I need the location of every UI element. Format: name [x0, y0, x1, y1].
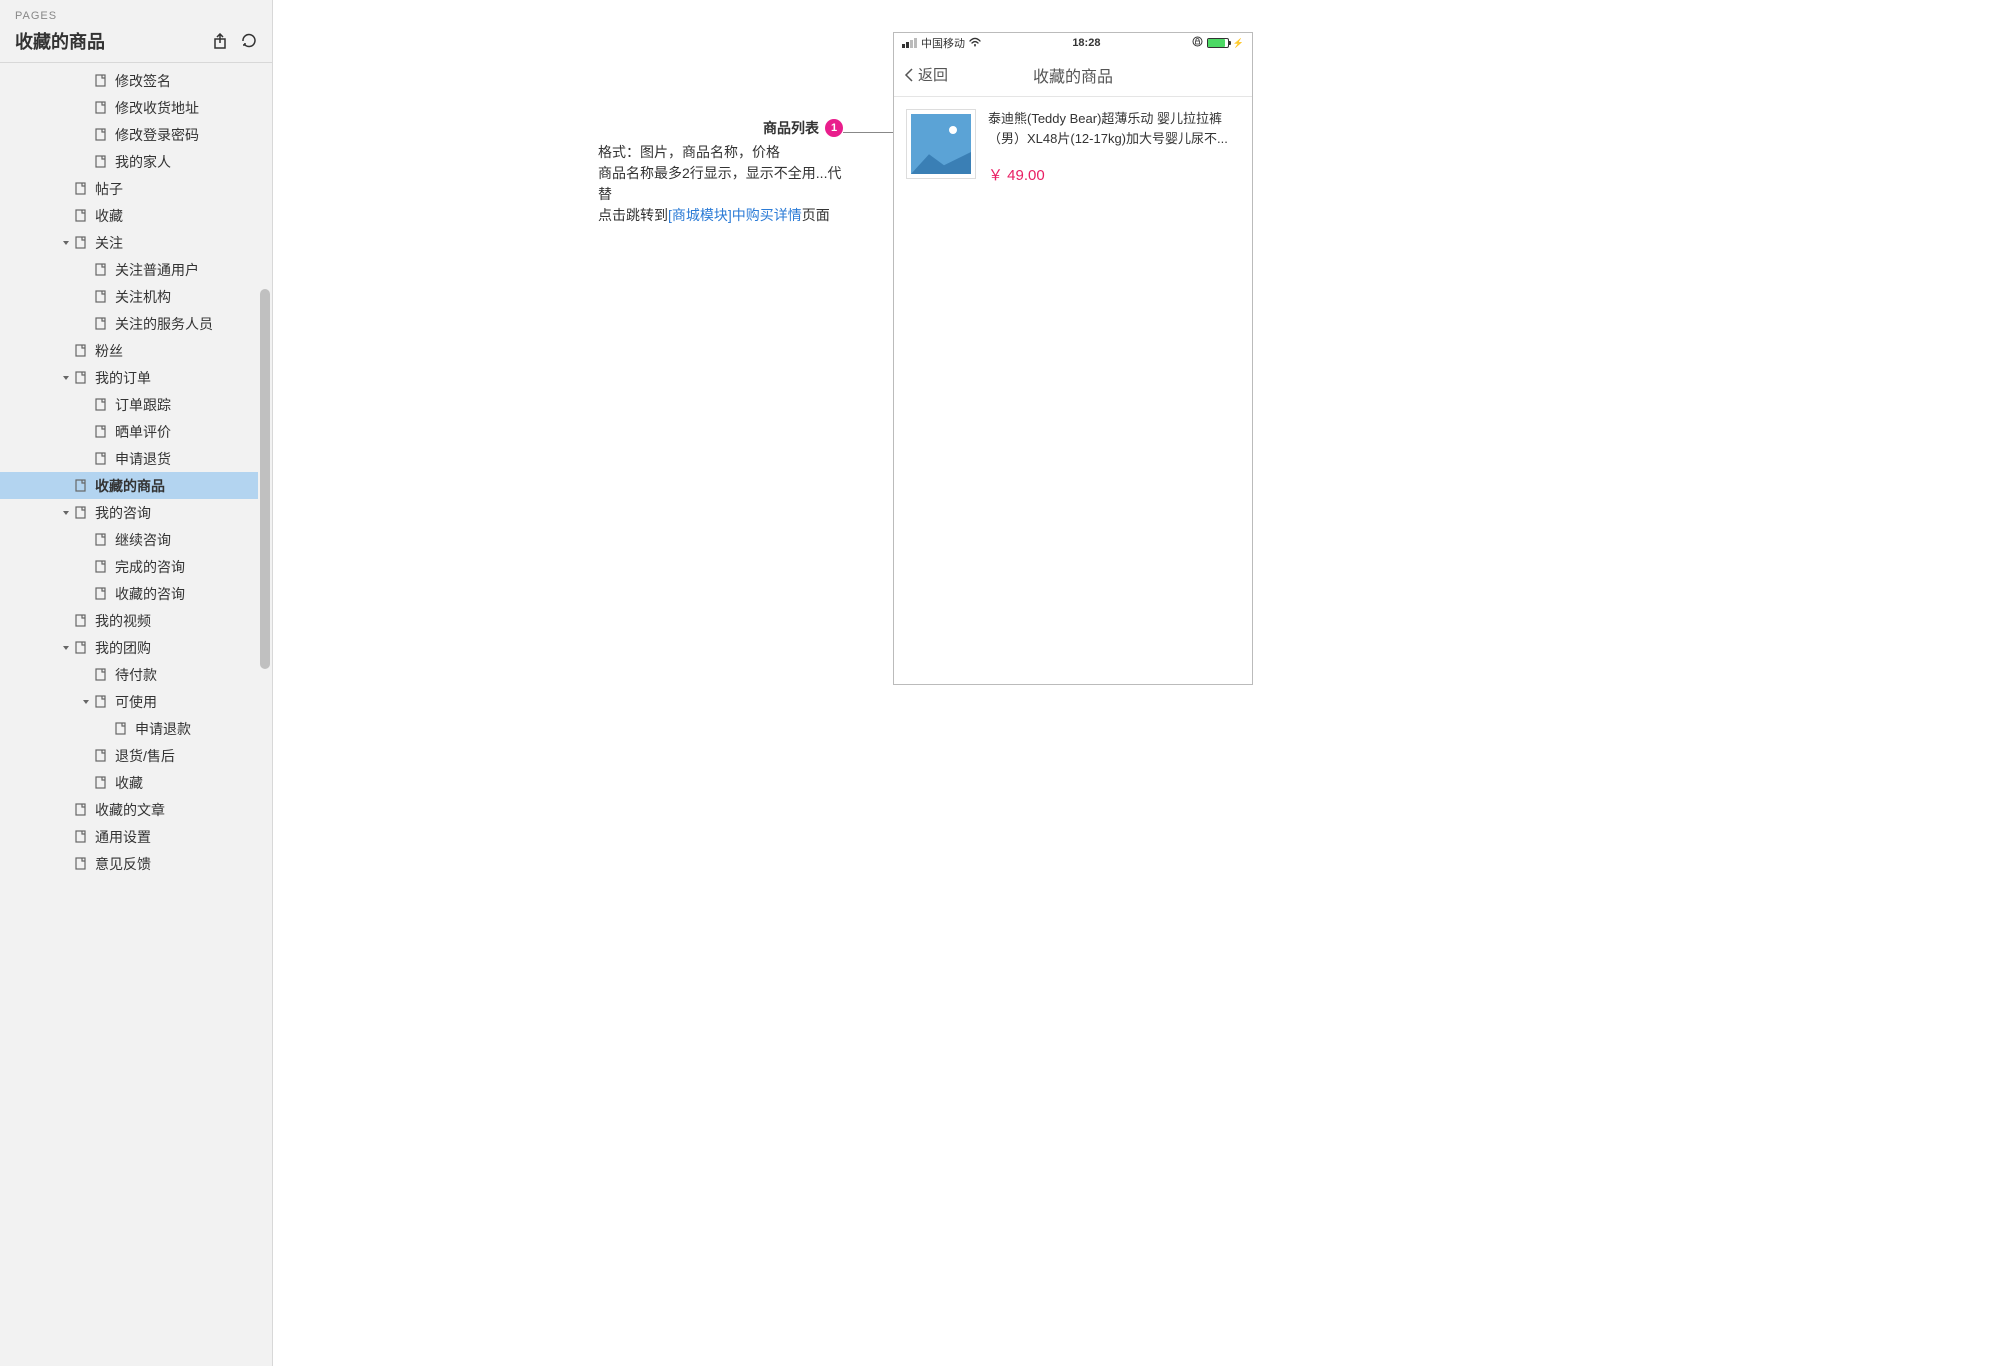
- tree-item[interactable]: 粉丝: [0, 337, 272, 364]
- tree-item[interactable]: 我的团购: [0, 634, 272, 661]
- tree-item-label: 关注普通用户: [115, 260, 199, 280]
- annotation-line-2: 商品名称最多2行显示，显示不全用...代替: [598, 163, 843, 205]
- tree-item-label: 收藏的咨询: [115, 584, 185, 604]
- tree-item-label: 订单跟踪: [115, 395, 171, 415]
- chevron-left-icon: [904, 67, 914, 83]
- tree-item[interactable]: 收藏: [0, 202, 272, 229]
- sidebar-header: PAGES 收藏的商品: [0, 0, 272, 63]
- tree-item-label: 我的家人: [115, 152, 171, 172]
- tree-item-label: 关注: [95, 233, 123, 253]
- tree-item-label: 修改签名: [115, 71, 171, 91]
- tree-item-label: 收藏的文章: [95, 800, 165, 820]
- tree-item-label: 我的订单: [95, 368, 151, 388]
- tree-item[interactable]: 我的家人: [0, 148, 272, 175]
- phone-mockup: 中国移动 18:28 ⚡ 返回: [893, 32, 1253, 685]
- tree-item-label: 继续咨询: [115, 530, 171, 550]
- tree-item[interactable]: 我的视频: [0, 607, 272, 634]
- tree-item[interactable]: 申请退货: [0, 445, 272, 472]
- annotation-line-3: 点击跳转到[商城模块]中购买详情页面: [598, 205, 843, 226]
- annotation-link[interactable]: [商城模块]中购买详情: [668, 207, 802, 223]
- product-image-placeholder: [906, 109, 976, 179]
- tree-item-label: 粉丝: [95, 341, 123, 361]
- tree-item-label: 修改登录密码: [115, 125, 199, 145]
- tree-item[interactable]: 通用设置: [0, 823, 272, 850]
- status-time: 18:28: [1072, 37, 1100, 49]
- tree-item[interactable]: 意见反馈: [0, 850, 272, 877]
- tree-item-label: 关注机构: [115, 287, 171, 307]
- tree-item[interactable]: 帖子: [0, 175, 272, 202]
- cellular-signal-icon: [902, 38, 917, 48]
- tree-item[interactable]: 晒单评价: [0, 418, 272, 445]
- tree-item[interactable]: 收藏的文章: [0, 796, 272, 823]
- tree-item[interactable]: 申请退款: [0, 715, 272, 742]
- canvas: 商品列表 1 格式：图片，商品名称，价格 商品名称最多2行显示，显示不全用...…: [273, 0, 2004, 1366]
- tree-item[interactable]: 待付款: [0, 661, 272, 688]
- tree-item[interactable]: 修改收货地址: [0, 94, 272, 121]
- tree-item[interactable]: 修改登录密码: [0, 121, 272, 148]
- sidebar: PAGES 收藏的商品 修改签名修改收货地址修改登录密码我的家人帖子收藏关注关注…: [0, 0, 273, 1366]
- back-label: 返回: [918, 64, 948, 85]
- tree-item[interactable]: 完成的咨询: [0, 553, 272, 580]
- tree-item-label: 修改收货地址: [115, 98, 199, 118]
- tree-item-label: 退货/售后: [115, 746, 175, 766]
- tree-item[interactable]: 退货/售后: [0, 742, 272, 769]
- nav-bar: 返回 收藏的商品: [894, 53, 1252, 97]
- tree-item-label: 晒单评价: [115, 422, 171, 442]
- tree-item[interactable]: 收藏的咨询: [0, 580, 272, 607]
- status-bar: 中国移动 18:28 ⚡: [894, 33, 1252, 53]
- tree-item-label: 我的团购: [95, 638, 151, 658]
- tree-item-label: 我的视频: [95, 611, 151, 631]
- tree-item-label: 通用设置: [95, 827, 151, 847]
- tree-item-label: 收藏: [115, 773, 143, 793]
- product-card[interactable]: 泰迪熊(Teddy Bear)超薄乐动 婴儿拉拉裤（男）XL48片(12-17k…: [894, 97, 1252, 197]
- orientation-lock-icon: [1192, 36, 1203, 50]
- product-name: 泰迪熊(Teddy Bear)超薄乐动 婴儿拉拉裤（男）XL48片(12-17k…: [988, 109, 1240, 148]
- tree-item[interactable]: 收藏的商品: [0, 472, 272, 499]
- tree-item-label: 收藏的商品: [95, 476, 165, 496]
- wifi-icon: [969, 37, 981, 50]
- tree-item-label: 我的咨询: [95, 503, 151, 523]
- tree-item[interactable]: 关注的服务人员: [0, 310, 272, 337]
- refresh-icon[interactable]: [241, 33, 257, 49]
- annotation-line-1: 格式：图片，商品名称，价格: [598, 142, 843, 163]
- tree-item[interactable]: 我的咨询: [0, 499, 272, 526]
- tree-item-label: 可使用: [115, 692, 157, 712]
- tree-item-label: 申请退货: [115, 449, 171, 469]
- tree-item-label: 申请退款: [135, 719, 191, 739]
- nav-title: 收藏的商品: [1033, 63, 1113, 87]
- tree-item-label: 帖子: [95, 179, 123, 199]
- tree-item[interactable]: 关注: [0, 229, 272, 256]
- tree-item-label: 完成的咨询: [115, 557, 185, 577]
- tree-item-label: 意见反馈: [95, 854, 151, 874]
- scrollbar-track[interactable]: [258, 74, 272, 1366]
- annotation-badge: 1: [825, 119, 843, 137]
- tree-item-label: 关注的服务人员: [115, 314, 213, 334]
- pages-label: PAGES: [15, 10, 257, 22]
- tree-item[interactable]: 收藏: [0, 769, 272, 796]
- product-price: ￥ 49.00: [988, 164, 1240, 185]
- tree-item[interactable]: 修改签名: [0, 67, 272, 94]
- tree-item[interactable]: 订单跟踪: [0, 391, 272, 418]
- battery-icon: [1207, 38, 1229, 48]
- page-title: 收藏的商品: [15, 28, 105, 54]
- tree-item-label: 待付款: [115, 665, 157, 685]
- annotation-title: 商品列表: [763, 118, 819, 138]
- tree-item[interactable]: 关注机构: [0, 283, 272, 310]
- tree-item[interactable]: 可使用: [0, 688, 272, 715]
- page-tree[interactable]: 修改签名修改收货地址修改登录密码我的家人帖子收藏关注关注普通用户关注机构关注的服…: [0, 63, 272, 1366]
- tree-item[interactable]: 继续咨询: [0, 526, 272, 553]
- tree-item[interactable]: 关注普通用户: [0, 256, 272, 283]
- export-icon[interactable]: [213, 33, 229, 49]
- scrollbar-thumb[interactable]: [260, 289, 270, 669]
- charging-icon: ⚡: [1233, 38, 1244, 49]
- back-button[interactable]: 返回: [904, 64, 948, 85]
- carrier-label: 中国移动: [921, 35, 965, 51]
- annotation-block: 商品列表 1 格式：图片，商品名称，价格 商品名称最多2行显示，显示不全用...…: [598, 118, 843, 226]
- annotation-body: 格式：图片，商品名称，价格 商品名称最多2行显示，显示不全用...代替 点击跳转…: [598, 142, 843, 226]
- tree-item[interactable]: 我的订单: [0, 364, 272, 391]
- tree-item-label: 收藏: [95, 206, 123, 226]
